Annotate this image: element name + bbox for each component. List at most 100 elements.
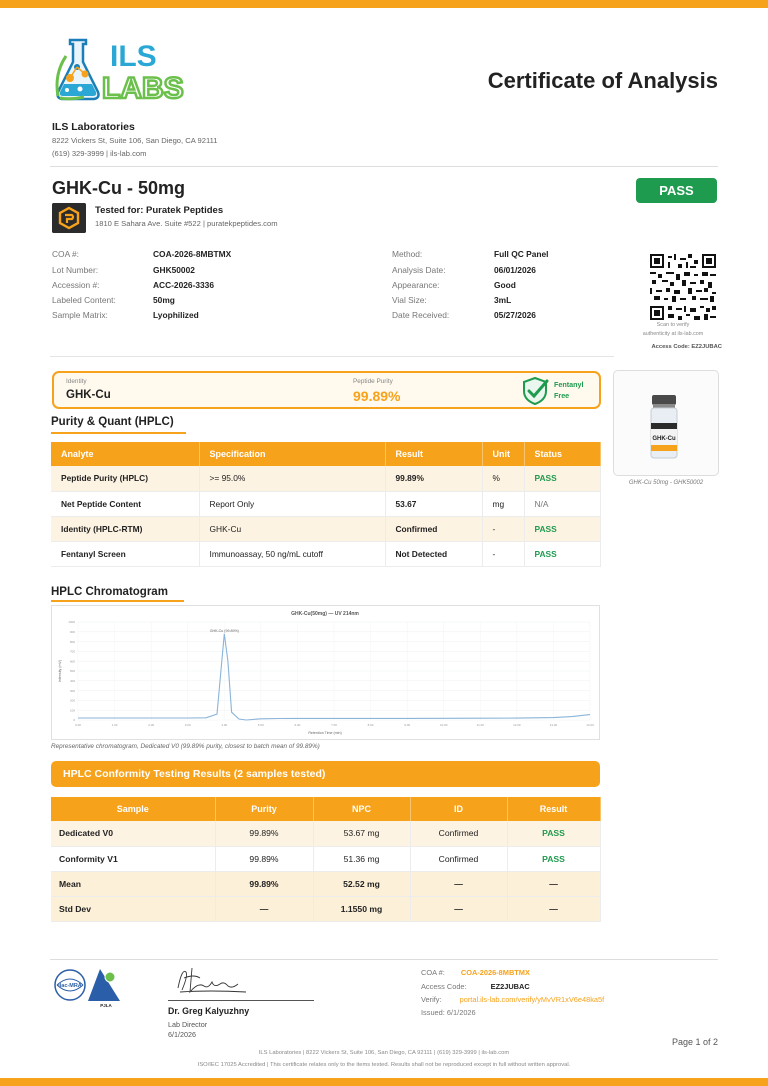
meta-value: Good [494, 280, 516, 290]
conformity-table: Sample Purity NPC ID Result Dedicated V0… [51, 797, 601, 922]
lab-contact: (619) 329-3999 | ils-lab.com [52, 149, 147, 158]
table-row: Peptide Purity (HPLC) >= 95.0% 99.89% % … [51, 466, 601, 492]
x-tick-label: 12.00 [513, 723, 521, 727]
meta-value: COA-2026-8MBTMX [153, 249, 232, 259]
table-cell: Not Detected [385, 541, 483, 567]
ils-labs-logo: ILS LABS [55, 38, 185, 104]
table-cell: Identity (HPLC-RTM) [51, 516, 200, 542]
x-tick-label: 5.00 [258, 723, 264, 727]
flask-icon [55, 38, 100, 101]
table-cell: mg [482, 491, 525, 517]
section-underline [51, 432, 186, 434]
table-cell: 99.89% [215, 821, 314, 847]
access-value: EZ2JUBAC [490, 982, 530, 991]
qr-caption: authenticity at ils-lab.com [642, 331, 704, 337]
table-cell: Peptide Purity (HPLC) [51, 466, 200, 492]
status-cell: PASS [524, 466, 601, 492]
y-tick-label: 100 [70, 708, 75, 712]
x-tick-label: 14.00 [586, 723, 594, 727]
client-logo-icon [52, 203, 86, 233]
y-tick-label: 300 [70, 689, 75, 693]
table-cell: 99.89% [215, 846, 314, 872]
status-cell: PASS [507, 846, 601, 872]
meta-value: 3mL [494, 295, 512, 305]
y-tick-label: 400 [70, 679, 75, 683]
table-header-row: Sample Purity NPC ID Result [51, 797, 601, 821]
table-cell: Report Only [199, 491, 386, 517]
qr-code[interactable] [650, 254, 716, 320]
column-header: Status [524, 442, 601, 466]
meta-value: 05/27/2026 [494, 310, 536, 320]
logo-text-top: ILS [110, 40, 157, 73]
table-cell: GHK-Cu [199, 516, 386, 542]
product-name: GHK-Cu - 50mg [52, 178, 186, 198]
verification-row: Access Code: EZ2JUBAC [421, 982, 530, 991]
x-tick-label: 10.00 [440, 723, 448, 727]
summary-row: Std Dev — 1.1550 mg — — [51, 896, 601, 922]
meta-key: Date Received: [392, 310, 450, 320]
table-cell: 1.1550 mg [313, 896, 411, 922]
signer-role: Lab Director [168, 1020, 208, 1029]
x-tick-label: 2.00 [148, 723, 154, 727]
meta-value: 50mg [153, 295, 175, 305]
status-cell: PASS [524, 516, 601, 542]
x-tick-label: 7.00 [331, 723, 337, 727]
column-header: ID [410, 797, 508, 821]
accreditation-logo: ilac-MRA PJLA [54, 969, 120, 1008]
meta-value: Lyophilized [153, 310, 199, 320]
y-axis-label: Intensity (mV) [58, 660, 62, 682]
column-header: NPC [313, 797, 411, 821]
status-cell: PASS [507, 821, 601, 847]
meta-key: Method: [392, 249, 423, 259]
table-cell: Std Dev [51, 896, 216, 922]
y-tick-label: 1000 [68, 620, 75, 624]
table-row: Net Peptide Content Report Only 53.67 mg… [51, 491, 601, 517]
y-tick-label: 600 [70, 659, 75, 663]
meta-key: Sample Matrix: [52, 310, 108, 320]
identity-label: Identity [66, 378, 87, 385]
vial-caption: GHK-Cu 50mg - GHK50002 [628, 480, 704, 486]
meta-value: ACC-2026-3336 [153, 280, 214, 290]
meta-value: Full QC Panel [494, 249, 549, 259]
y-tick-label: 900 [70, 630, 75, 634]
x-tick-label: 0.00 [75, 723, 81, 727]
table-header-row: Analyte Specification Result Unit Status [51, 442, 601, 466]
vial-label: GHK-Cu [652, 436, 676, 442]
status-cell: N/A [524, 491, 601, 517]
purity-table: Analyte Specification Result Unit Status… [51, 442, 601, 567]
fentanyl-label: Fentanyl [554, 380, 584, 389]
lab-name: ILS Laboratories [52, 121, 135, 133]
status-cell: PASS [524, 541, 601, 567]
pass-badge: PASS [636, 178, 717, 203]
table-cell: Conformity V1 [51, 846, 216, 872]
logo-text-bottom: LABS [102, 72, 184, 104]
table-row: Fentanyl Screen Immunoassay, 50 ng/mL cu… [51, 541, 601, 567]
table-cell: % [482, 466, 525, 492]
table-cell: 53.67 mg [313, 821, 411, 847]
meta-value: GHK50002 [153, 265, 195, 275]
column-header: Result [507, 797, 601, 821]
top-accent-bar [0, 0, 768, 8]
shield-check-icon [523, 376, 549, 406]
table-cell: 51.36 mg [313, 846, 411, 872]
conformity-header: HPLC Conformity Testing Results (2 sampl… [51, 761, 600, 787]
verification-row: Verify: portal.ils-lab.com/verify/yMvVR1… [421, 995, 604, 1004]
verify-link[interactable]: portal.ils-lab.com/verify/yMvVR1xV6e48ka… [460, 995, 605, 1004]
vial-icon: GHK-Cu [650, 395, 678, 459]
y-tick-label: 200 [70, 699, 75, 703]
identity-value: GHK-Cu [66, 389, 111, 401]
summary-box: Identity GHK-Cu Peptide Purity 99.89% Fe… [52, 371, 601, 409]
footer-line: ISO/IEC 17025 Accredited | This certific… [197, 1062, 571, 1068]
column-header: Sample [51, 797, 216, 821]
x-tick-label: 11.00 [477, 723, 485, 727]
table-cell: Confirmed [385, 516, 483, 542]
table-cell: Confirmed [410, 821, 508, 847]
x-tick-label: 8.00 [368, 723, 374, 727]
column-header: Unit [482, 442, 525, 466]
bottom-accent-bar [0, 1078, 768, 1086]
x-tick-label: 3.00 [185, 723, 191, 727]
client-address: 1810 E Sahara Ave. Suite #522 | puratekp… [95, 219, 278, 228]
table-cell: - [482, 516, 525, 542]
column-header: Specification [199, 442, 386, 466]
table-row: Identity (HPLC-RTM) GHK-Cu Confirmed - P… [51, 516, 601, 542]
